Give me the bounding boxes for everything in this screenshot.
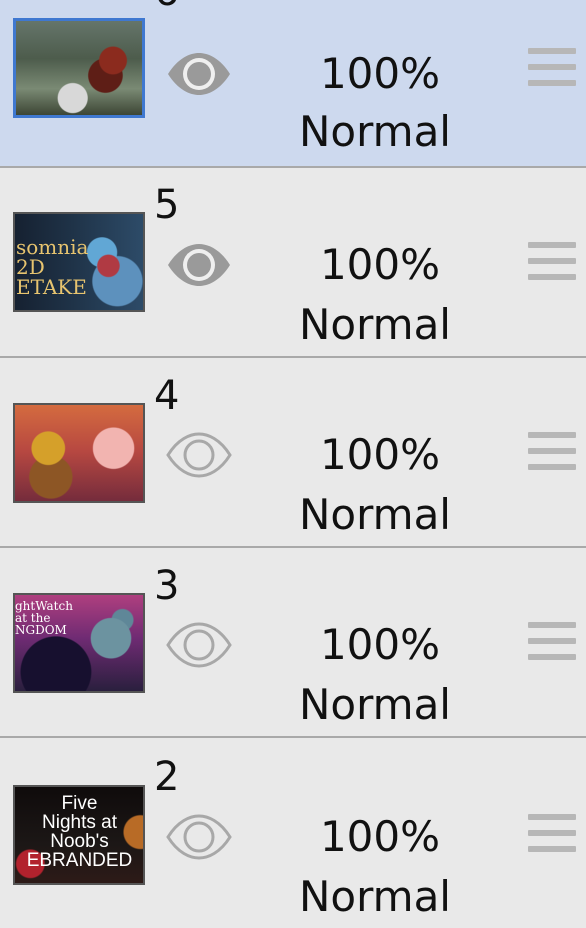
layer-number: 4 [154, 373, 180, 419]
drag-handle-icon[interactable] [528, 432, 578, 472]
drag-handle-icon[interactable] [528, 622, 578, 662]
layer-opacity[interactable]: 100% [295, 53, 465, 95]
layer-blend-mode[interactable]: Normal [275, 111, 475, 153]
layer-thumbnail[interactable]: ghtWatch at the NGDOM [13, 593, 145, 693]
layer-opacity[interactable]: 100% [295, 624, 465, 666]
layer-blend-mode[interactable]: Normal [275, 684, 475, 726]
layer-thumbnail-image [16, 21, 142, 115]
layer-blend-mode[interactable]: Normal [275, 494, 475, 536]
layer-opacity[interactable]: 100% [295, 816, 465, 858]
layer-row-3[interactable]: ghtWatch at the NGDOM 3 100% Normal [0, 548, 586, 738]
layer-list: 6 100% Normal somnia 2D ETAKE 5 100% Nor… [0, 0, 586, 928]
layer-blend-mode[interactable]: Normal [275, 876, 475, 918]
layer-number: 3 [154, 563, 180, 609]
drag-handle-icon[interactable] [528, 242, 578, 282]
layer-thumbnail[interactable] [13, 18, 145, 118]
layer-thumbnail[interactable]: somnia 2D ETAKE [13, 212, 145, 312]
eye-off-icon[interactable] [165, 814, 233, 860]
eye-icon[interactable] [165, 51, 233, 97]
eye-icon[interactable] [165, 242, 233, 288]
layer-opacity[interactable]: 100% [295, 434, 465, 476]
layer-number: 2 [154, 754, 180, 800]
layer-row-6[interactable]: 6 100% Normal [0, 0, 586, 168]
layer-thumbnail[interactable] [13, 403, 145, 503]
layer-row-2[interactable]: Five Nights at Noob's EBRANDED 2 100% No… [0, 740, 586, 928]
thumbnail-text: Five Nights at Noob's EBRANDED [26, 793, 133, 871]
thumbnail-text: somnia 2D ETAKE [16, 235, 89, 299]
layer-thumbnail-image [15, 405, 143, 501]
layer-number: 5 [154, 182, 180, 228]
drag-handle-icon[interactable] [528, 48, 578, 88]
eye-off-icon[interactable] [165, 622, 233, 668]
layer-row-5[interactable]: somnia 2D ETAKE 5 100% Normal [0, 168, 586, 358]
drag-handle-icon[interactable] [528, 814, 578, 854]
thumbnail-text: ghtWatch at the NGDOM [15, 599, 73, 637]
layer-opacity[interactable]: 100% [295, 244, 465, 286]
layer-thumbnail[interactable]: Five Nights at Noob's EBRANDED [13, 785, 145, 885]
layer-number: 6 [154, 0, 179, 12]
layer-row-4[interactable]: 4 100% Normal [0, 358, 586, 548]
layer-blend-mode[interactable]: Normal [275, 304, 475, 346]
eye-off-icon[interactable] [165, 432, 233, 478]
